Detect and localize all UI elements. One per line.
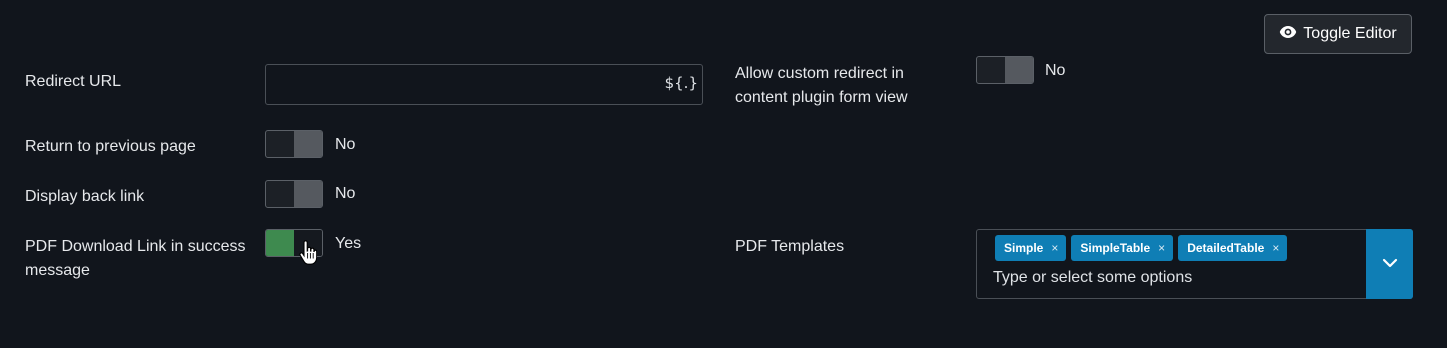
pdf-download-link-label-line1: PDF Download Link in success (25, 238, 246, 255)
allow-custom-redirect-label-line1: Allow custom redirect in (735, 65, 904, 82)
allow-custom-redirect-state: No (1045, 62, 1066, 79)
pdf-download-link-label-line2: message (25, 262, 90, 279)
redirect-url-input[interactable] (266, 65, 666, 104)
chip-label: Simple (1004, 241, 1044, 255)
chip-label: SimpleTable (1080, 241, 1151, 255)
return-previous-switch[interactable] (265, 130, 323, 158)
pdf-templates-label: PDF Templates (735, 238, 845, 255)
switch-knob (1005, 57, 1033, 83)
allow-custom-redirect-switch[interactable] (976, 56, 1034, 84)
insert-variable-button[interactable]: ${.} (665, 74, 698, 92)
chip-simple[interactable]: Simple × (995, 235, 1067, 261)
chip-label: DetailedTable (1187, 241, 1265, 255)
pdf-download-link-state: Yes (335, 235, 362, 252)
hand-pointer-icon (299, 240, 318, 271)
switch-knob (294, 131, 322, 157)
redirect-url-label: Redirect URL (25, 73, 122, 90)
pdf-templates-select[interactable]: Simple × SimpleTable × DetailedTable × T… (976, 229, 1413, 299)
eye-icon (1279, 25, 1297, 44)
allow-custom-redirect-label: Allow custom redirect in content plugin … (735, 62, 908, 110)
display-back-link-label: Display back link (25, 188, 145, 205)
chip-remove-button[interactable]: × (1051, 241, 1058, 255)
allow-custom-redirect-label-line2: content plugin form view (735, 89, 908, 106)
return-previous-state: No (335, 136, 356, 153)
switch-knob (294, 181, 322, 207)
chip-remove-button[interactable]: × (1272, 241, 1279, 255)
display-back-link-switch[interactable] (265, 180, 323, 208)
return-previous-label: Return to previous page (25, 138, 196, 155)
chip-remove-button[interactable]: × (1158, 241, 1165, 255)
dropdown-toggle-button[interactable] (1366, 229, 1413, 299)
switch-fill (266, 230, 295, 256)
pdf-templates-search-input[interactable]: Type or select some options (993, 269, 1192, 287)
chip-simpletable[interactable]: SimpleTable × (1071, 235, 1174, 261)
toggle-editor-button[interactable]: Toggle Editor (1264, 14, 1412, 54)
redirect-url-field[interactable]: ${.} (265, 64, 703, 105)
pdf-download-link-label: PDF Download Link in success message (25, 235, 246, 283)
chip-detailedtable[interactable]: DetailedTable × (1178, 235, 1288, 261)
toggle-editor-label: Toggle Editor (1303, 25, 1397, 42)
form-page: Toggle Editor Redirect URL ${.} Return t… (0, 0, 1447, 348)
display-back-link-state: No (335, 185, 356, 202)
chevron-down-icon (1382, 255, 1398, 273)
selected-chips: Simple × SimpleTable × DetailedTable × (995, 235, 1288, 261)
